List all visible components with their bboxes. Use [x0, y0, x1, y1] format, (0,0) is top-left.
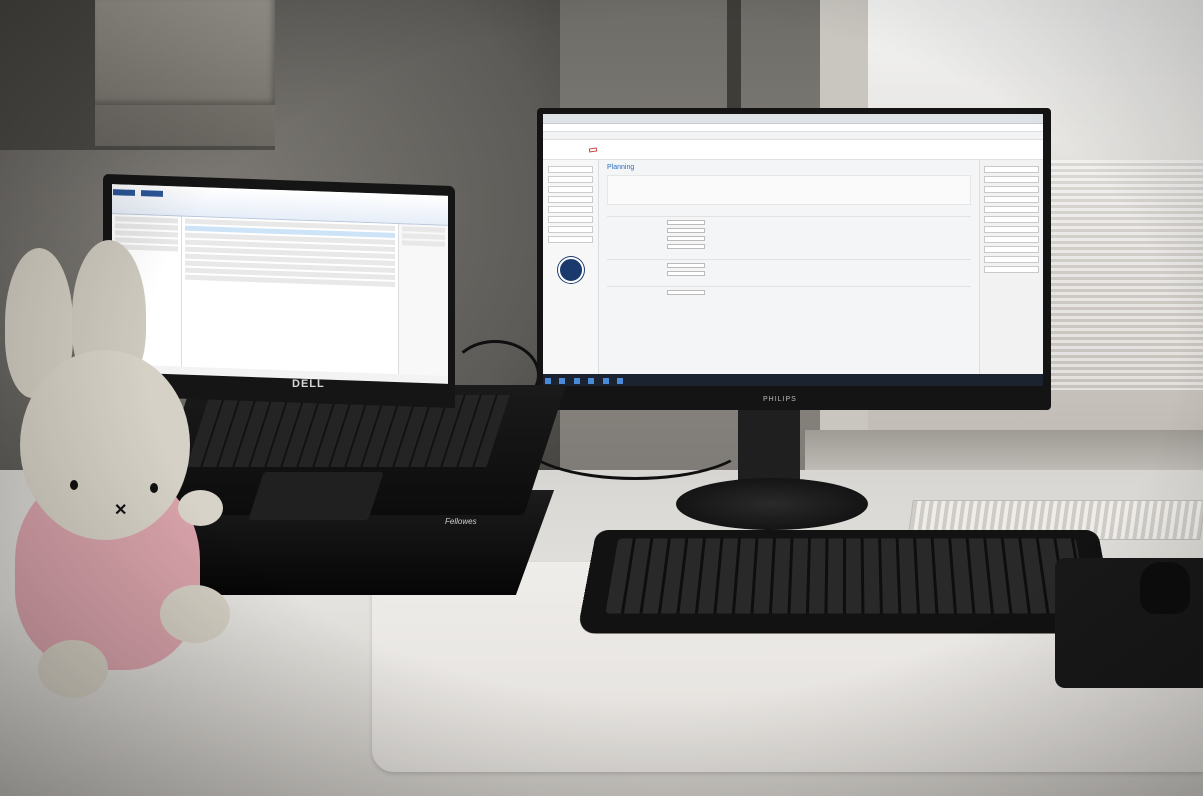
app-body: Planning	[543, 160, 1043, 374]
info-panel	[607, 175, 971, 205]
taskbar-icon	[559, 378, 566, 384]
action-button	[984, 196, 1039, 203]
form-field	[667, 228, 705, 233]
reading-pane	[398, 224, 448, 376]
nav-button	[548, 216, 593, 223]
action-button	[984, 266, 1039, 273]
page-title: Planning	[607, 164, 635, 171]
nav-button	[548, 206, 593, 213]
nav-button	[548, 226, 593, 233]
form-field	[667, 220, 705, 225]
action-button	[984, 246, 1039, 253]
taskbar-icon	[617, 378, 624, 384]
app-main-pane: Planning	[599, 160, 979, 374]
nav-button	[548, 236, 593, 243]
taskbar-icon	[602, 378, 609, 384]
folder-item	[115, 237, 178, 245]
taskbar-icon	[588, 378, 595, 384]
plush-arm	[178, 490, 223, 526]
action-button	[984, 186, 1039, 193]
ribbon-tab	[141, 190, 164, 197]
action-button	[984, 256, 1039, 263]
folder-item	[115, 223, 178, 231]
plush-leg-left	[38, 640, 108, 698]
browser-tab-bar	[543, 114, 1043, 124]
wall-pipe	[727, 0, 741, 120]
action-button	[984, 236, 1039, 243]
form-field	[667, 271, 705, 276]
cabinet-open-space	[0, 0, 95, 150]
list-item	[402, 233, 445, 240]
action-button	[984, 226, 1039, 233]
outlook-body	[112, 214, 448, 376]
plush-leg-right	[160, 585, 230, 643]
form-field	[667, 236, 705, 241]
form-field	[667, 263, 705, 268]
app-stamp	[588, 146, 598, 153]
monitor-brand-logo: PHILIPS	[763, 396, 797, 403]
window-blinds	[1035, 160, 1203, 390]
section-header	[607, 280, 971, 287]
form-field	[667, 244, 705, 249]
action-button	[984, 166, 1039, 173]
action-button	[984, 206, 1039, 213]
nav-button	[548, 186, 593, 193]
plush-eye-right	[150, 483, 158, 493]
monitor-stand-base	[676, 478, 868, 530]
section-header	[607, 253, 971, 260]
list-item	[402, 226, 445, 233]
ribbon-tab	[113, 189, 135, 196]
plush-head	[20, 350, 190, 540]
vw-logo-icon	[557, 257, 584, 283]
cabinet-door	[95, 0, 275, 105]
message-list	[182, 216, 398, 375]
laptop-touchpad	[248, 472, 384, 520]
folder-item	[115, 230, 178, 238]
nav-button	[548, 176, 593, 183]
monitor-screen: Planning	[543, 114, 1043, 386]
app-header	[543, 140, 1043, 160]
action-button	[984, 216, 1039, 223]
browser-bookmarks-bar	[543, 132, 1043, 140]
laptop-brand-logo: DELL	[292, 378, 325, 390]
nav-button	[548, 196, 593, 203]
windows-taskbar	[543, 374, 1043, 386]
list-item	[402, 240, 445, 247]
nav-button	[548, 166, 593, 173]
section-header	[607, 210, 971, 217]
folder-item	[115, 216, 178, 224]
plush-mouth: ✕	[114, 502, 128, 519]
laptop-screen	[112, 184, 448, 384]
laptop-keyboard	[186, 395, 510, 467]
plush-eye-left	[70, 480, 78, 490]
taskbar-icon	[573, 378, 580, 384]
keyboard-keys	[605, 538, 1089, 614]
taskbar-icon	[545, 378, 551, 384]
desk-scene: Planning PHILIPS Fellowes DELL ✕	[0, 0, 1203, 796]
action-button	[984, 176, 1039, 183]
wall-cabinet	[0, 0, 275, 150]
browser-address-bar	[543, 124, 1043, 132]
app-right-pane	[979, 160, 1043, 374]
form-field	[667, 290, 705, 295]
stand-brand-logo: Fellowes	[445, 517, 477, 526]
mouse	[1140, 562, 1190, 614]
app-left-nav	[543, 160, 599, 374]
